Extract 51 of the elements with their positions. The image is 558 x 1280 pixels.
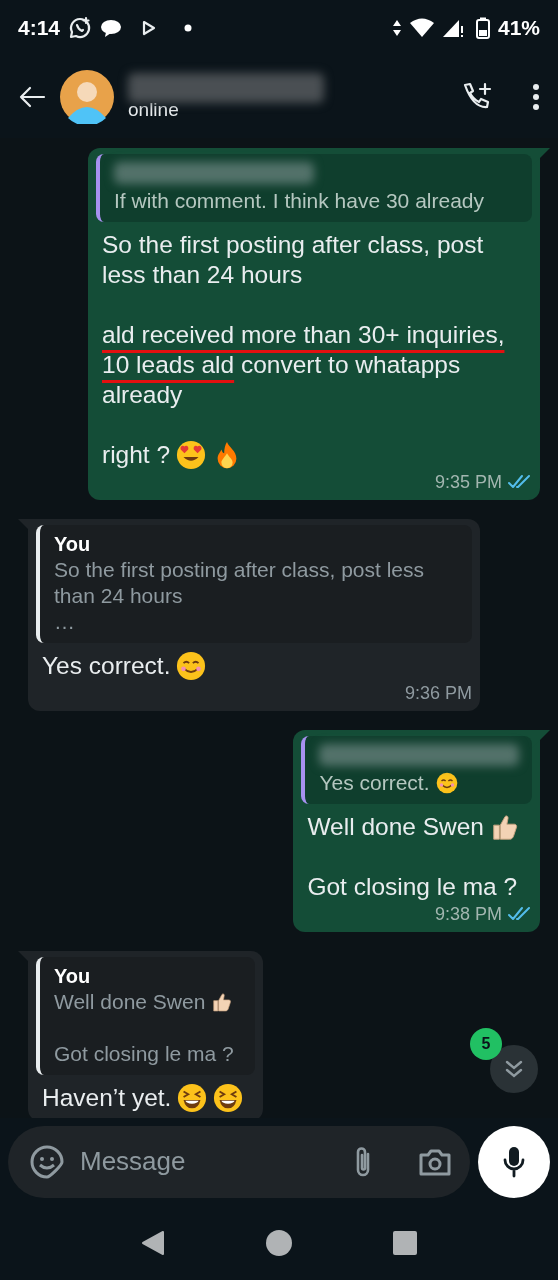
notification-dot-icon — [184, 23, 193, 32]
clock-time: 4:14 — [18, 15, 61, 40]
unread-count-badge: 5 — [470, 1028, 502, 1060]
message-time: 9:35 PM — [434, 472, 502, 492]
more-icon — [532, 83, 540, 110]
wifi-icon — [409, 17, 434, 38]
message-field[interactable]: Message — [8, 1125, 470, 1198]
battery-percent: 41% — [497, 15, 540, 40]
contact-status: online — [128, 98, 180, 121]
scroll-down-button[interactable] — [490, 1045, 538, 1093]
message-input[interactable]: Message — [78, 1145, 338, 1178]
quoted-text: Yes correct. — [319, 770, 430, 796]
sticker-icon — [30, 1144, 64, 1179]
battery-icon — [475, 16, 490, 39]
smiling-emoji-icon — [435, 772, 458, 794]
microphone-icon — [503, 1144, 525, 1179]
chat-phone-icon — [68, 15, 93, 40]
quoted-message[interactable]: Yes correct. — [301, 736, 532, 804]
message-text: right ? — [102, 440, 171, 470]
contact-avatar[interactable] — [60, 69, 114, 124]
double-chevron-down-icon — [503, 1058, 525, 1080]
quoted-text: So the first posting after class, post less than 24 hours — [54, 557, 425, 609]
laughing-emoji-icon — [213, 1083, 244, 1113]
quoted-message[interactable]: You So the first posting after class, post less than 24 hours … — [36, 525, 472, 643]
thumbs-up-emoji-icon — [211, 991, 234, 1013]
quoted-message[interactable]: If with comment. I think have 30 already — [96, 154, 532, 222]
laughing-emoji-icon — [177, 1083, 208, 1113]
message-text: Well done Swen — [307, 812, 484, 842]
quote-ellipsis: … — [54, 609, 76, 635]
quoted-text: Well done Swen — [54, 989, 206, 1015]
smiling-emoji-icon — [176, 651, 207, 681]
message-text: Haven’t yet. — [42, 1083, 172, 1113]
recents-square-icon — [393, 1230, 418, 1255]
quoted-text: Got closing le ma ? — [54, 1041, 234, 1067]
message-time: 9:38 PM — [434, 904, 502, 924]
quoted-text: If with comment. I think have 30 already — [114, 188, 484, 214]
message-text: Got closing le ma ? — [307, 872, 518, 902]
message-text: So the first posting after class, post less than 24 hours — [102, 230, 485, 290]
data-arrows-icon — [391, 18, 402, 37]
quoted-message[interactable]: You Well done Swen Got closing le ma ? — [36, 957, 256, 1075]
message-time: 9:36 PM — [404, 683, 472, 703]
thumbs-up-emoji-icon — [490, 812, 520, 842]
heart-eyes-emoji-icon — [176, 440, 207, 470]
back-triangle-icon — [140, 1229, 165, 1256]
quote-author: You — [54, 532, 92, 557]
home-circle-icon — [266, 1229, 292, 1256]
message-text: ald received more than 30+ inquiries, 10 leads ald convert to whatapps already — [102, 320, 506, 410]
back-arrow-icon — [18, 84, 46, 109]
message-text: Yes correct. — [42, 651, 171, 681]
speech-bubbles-icon — [100, 17, 123, 38]
quote-author: You — [54, 964, 92, 989]
